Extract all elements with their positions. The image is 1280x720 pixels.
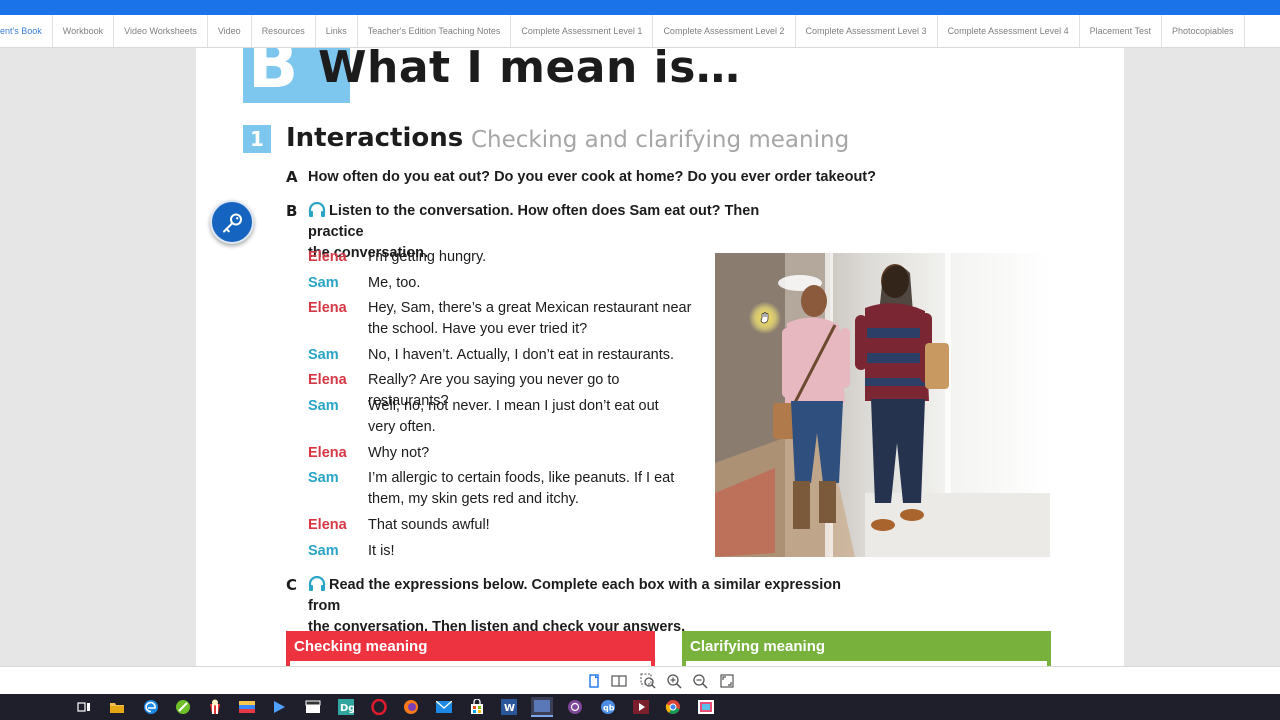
dialogue-line: That sounds awful! bbox=[368, 517, 490, 533]
speaker-elena: Elena bbox=[308, 517, 347, 533]
dialogue-line: Hey, Sam, there’s a great Mexican restau… bbox=[368, 300, 692, 316]
dialogue-line: Why not? bbox=[368, 445, 430, 461]
resource-tab-bar: ent's Book Workbook Video Worksheets Video R… bbox=[0, 15, 1280, 48]
speaker-sam: Sam bbox=[308, 398, 339, 414]
qbittorrent-icon[interactable]: qb bbox=[598, 697, 618, 717]
question-a-letter: A bbox=[286, 168, 298, 186]
dialogue-line: Me, too. bbox=[368, 275, 421, 291]
unit-title: What I mean is… bbox=[318, 48, 741, 93]
clapper-icon[interactable] bbox=[303, 697, 323, 717]
svg-text:qb: qb bbox=[603, 704, 615, 713]
section-subtitle: Checking and clarifying meaning bbox=[471, 127, 850, 153]
speaker-sam: Sam bbox=[308, 347, 339, 363]
play-icon[interactable] bbox=[269, 697, 289, 717]
question-a-text: How often do you eat out? Do you ever co… bbox=[308, 169, 876, 185]
page-viewer[interactable]: B What I mean is… 1 Interactions Checkin… bbox=[0, 48, 1280, 666]
tab-video[interactable]: Video bbox=[208, 15, 252, 47]
svg-text:Dg: Dg bbox=[340, 703, 354, 714]
tor-icon[interactable] bbox=[565, 697, 585, 717]
dialogue-line: Well, no, not never. I mean I just don’t… bbox=[368, 398, 659, 414]
firefox-icon[interactable] bbox=[401, 697, 421, 717]
question-b-line-1: Listen to the conversation. How often do… bbox=[308, 203, 760, 240]
image-app-icon[interactable] bbox=[696, 697, 716, 717]
students-photo bbox=[715, 253, 1050, 557]
tab-complete-assessment-level-3[interactable]: Complete Assessment Level 3 bbox=[796, 15, 938, 47]
speaker-elena: Elena bbox=[308, 445, 347, 461]
section-number: 1 bbox=[243, 125, 271, 153]
dialogue-line: No, I haven’t. Actually, I don’t eat in … bbox=[368, 347, 675, 363]
key-icon bbox=[223, 213, 242, 233]
audio-track-icon[interactable] bbox=[308, 575, 326, 591]
section-title: Interactions bbox=[286, 123, 464, 153]
hand-cursor-icon bbox=[759, 311, 771, 329]
edge-icon[interactable] bbox=[141, 697, 161, 717]
checking-meaning-label: Checking meaning bbox=[294, 638, 428, 655]
two-page-icon[interactable] bbox=[611, 673, 627, 689]
book-page: B What I mean is… 1 Interactions Checkin… bbox=[196, 48, 1124, 666]
fit-screen-icon[interactable] bbox=[719, 673, 735, 689]
speaker-sam: Sam bbox=[308, 543, 339, 559]
speaker-elena: Elena bbox=[308, 300, 347, 316]
store-icon[interactable] bbox=[467, 697, 487, 717]
answer-key-button[interactable] bbox=[210, 200, 254, 244]
app-green-icon[interactable] bbox=[173, 697, 193, 717]
dictionary-icon[interactable]: Dg bbox=[336, 697, 356, 717]
word-icon[interactable]: W bbox=[499, 697, 519, 717]
zoom-out-icon[interactable] bbox=[692, 673, 708, 689]
chrome-icon[interactable] bbox=[663, 697, 683, 717]
popcorn-icon[interactable] bbox=[205, 697, 225, 717]
dialogue-line: very often. bbox=[368, 419, 436, 435]
file-explorer-icon[interactable] bbox=[107, 697, 127, 717]
speaker-sam: Sam bbox=[308, 275, 339, 291]
tab-complete-assessment-level-2[interactable]: Complete Assessment Level 2 bbox=[653, 15, 796, 47]
tab-links[interactable]: Links bbox=[316, 15, 358, 47]
dialogue-line: I’m allergic to certain foods, like pean… bbox=[368, 470, 675, 486]
stripes-icon[interactable] bbox=[237, 697, 257, 717]
tab-photocopiables[interactable]: Photocopiables bbox=[1162, 15, 1245, 47]
speaker-elena: Elena bbox=[308, 249, 347, 265]
tab-teacher-s-edition-teaching-notes[interactable]: Teacher's Edition Teaching Notes bbox=[358, 15, 512, 47]
dialogue-line: the school. Have you ever tried it? bbox=[368, 321, 588, 337]
svg-text:W: W bbox=[504, 703, 515, 714]
dialogue-line: It is! bbox=[368, 543, 395, 559]
zoom-area-icon[interactable] bbox=[640, 673, 656, 689]
tab-resources[interactable]: Resources bbox=[252, 15, 316, 47]
single-page-icon[interactable] bbox=[586, 673, 602, 689]
mail-icon[interactable] bbox=[434, 697, 454, 717]
speaker-elena: Elena bbox=[308, 372, 347, 388]
question-b-letter: B bbox=[286, 202, 298, 220]
tab-complete-assessment-level-4[interactable]: Complete Assessment Level 4 bbox=[938, 15, 1080, 47]
clarifying-meaning-box: Clarifying meaning bbox=[682, 631, 1051, 666]
question-c-letter: C bbox=[286, 576, 298, 594]
tab-ent-s-book[interactable]: ent's Book bbox=[0, 15, 53, 47]
app-active-icon[interactable] bbox=[531, 697, 553, 717]
tab-complete-assessment-level-1[interactable]: Complete Assessment Level 1 bbox=[511, 15, 654, 47]
audio-track-icon[interactable] bbox=[308, 201, 326, 217]
checking-meaning-box: Checking meaning bbox=[286, 631, 655, 666]
top-accent-bar bbox=[0, 0, 1280, 15]
tab-placement-test[interactable]: Placement Test bbox=[1080, 15, 1162, 47]
opera-icon[interactable] bbox=[369, 697, 389, 717]
unit-letter: B bbox=[248, 48, 299, 103]
zoom-in-icon[interactable] bbox=[666, 673, 682, 689]
task-view-icon[interactable] bbox=[74, 697, 94, 717]
video-player-icon[interactable] bbox=[631, 697, 651, 717]
clarifying-meaning-label: Clarifying meaning bbox=[690, 638, 826, 655]
dialogue-line: I’m getting hungry. bbox=[368, 249, 487, 265]
viewer-toolbar bbox=[0, 666, 1280, 694]
dialogue-line: them, my skin gets red and itchy. bbox=[368, 491, 579, 507]
windows-taskbar: Dg W qb bbox=[0, 694, 1280, 720]
tab-video-worksheets[interactable]: Video Worksheets bbox=[114, 15, 208, 47]
question-c-text: Read the expressions below. Complete eac… bbox=[308, 575, 868, 638]
tab-workbook[interactable]: Workbook bbox=[53, 15, 115, 47]
speaker-sam: Sam bbox=[308, 470, 339, 486]
question-c-line-1: Read the expressions below. Complete eac… bbox=[308, 577, 841, 614]
